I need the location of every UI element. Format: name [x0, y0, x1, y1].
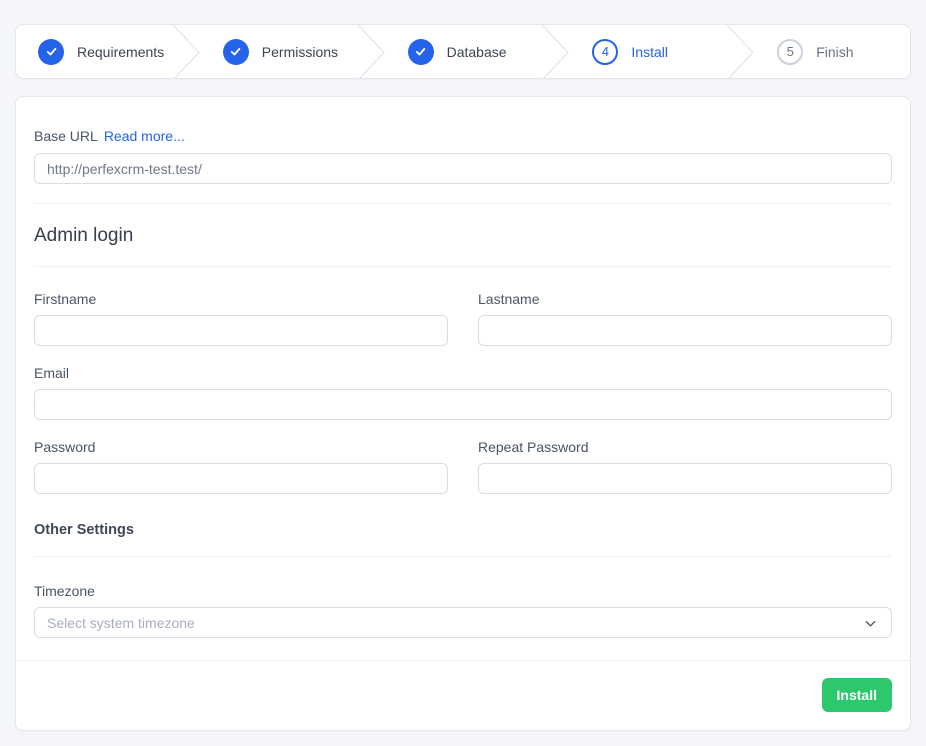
install-stepper: Requirements Permissions Database	[15, 24, 911, 79]
chevron-separator	[171, 25, 201, 79]
step-complete-circle	[223, 39, 249, 65]
check-icon	[414, 45, 427, 58]
step-finish[interactable]: 5 Finish	[755, 25, 910, 78]
step-requirements[interactable]: Requirements	[16, 25, 171, 78]
chevron-separator	[356, 25, 386, 79]
step-label-requirements: Requirements	[77, 44, 164, 60]
chevron-separator	[725, 25, 755, 79]
repeat-password-input[interactable]	[478, 463, 892, 494]
install-form-card: Base URL Read more... Admin login Firstn…	[15, 96, 911, 731]
firstname-group: Firstname	[34, 291, 448, 346]
firstname-input[interactable]	[34, 315, 448, 346]
password-group: Password	[34, 439, 448, 494]
chevron-separator	[540, 25, 570, 79]
lastname-group: Lastname	[478, 291, 892, 346]
step-label-finish: Finish	[816, 44, 853, 60]
step-label-database: Database	[447, 44, 507, 60]
timezone-placeholder: Select system timezone	[47, 615, 195, 631]
step-database[interactable]: Database	[386, 25, 541, 78]
step-label-install: Install	[631, 44, 668, 60]
admin-login-fields: Firstname Lastname Email Password Repeat…	[34, 291, 892, 494]
lastname-input[interactable]	[478, 315, 892, 346]
email-label: Email	[34, 365, 69, 381]
firstname-label: Firstname	[34, 291, 96, 307]
install-button[interactable]: Install	[822, 678, 892, 712]
repeat-password-label: Repeat Password	[478, 439, 589, 455]
chevron-down-icon	[864, 617, 877, 630]
timezone-select[interactable]: Select system timezone	[34, 607, 892, 638]
step-complete-circle	[408, 39, 434, 65]
step-permissions[interactable]: Permissions	[201, 25, 356, 78]
step-complete-circle	[38, 39, 64, 65]
email-input[interactable]	[34, 389, 892, 420]
repeat-password-group: Repeat Password	[478, 439, 892, 494]
divider	[34, 556, 892, 557]
check-icon	[45, 45, 58, 58]
lastname-label: Lastname	[478, 291, 539, 307]
divider	[34, 266, 892, 267]
installer-page: Requirements Permissions Database	[0, 0, 926, 746]
divider	[34, 203, 892, 204]
password-input[interactable]	[34, 463, 448, 494]
base-url-label: Base URL	[34, 128, 98, 144]
check-icon	[229, 45, 242, 58]
step-install[interactable]: 4 Install	[570, 25, 725, 78]
step-number-circle: 4	[592, 39, 618, 65]
timezone-group: Timezone Select system timezone	[34, 583, 892, 638]
other-settings-heading: Other Settings	[34, 522, 892, 538]
email-group: Email	[34, 365, 892, 420]
read-more-link[interactable]: Read more...	[104, 128, 185, 144]
step-label-permissions: Permissions	[262, 44, 338, 60]
timezone-label: Timezone	[34, 583, 95, 599]
admin-login-heading: Admin login	[34, 225, 892, 247]
step-number-circle: 5	[777, 39, 803, 65]
password-label: Password	[34, 439, 95, 455]
base-url-input[interactable]	[34, 153, 892, 184]
card-footer: Install	[16, 660, 910, 729]
